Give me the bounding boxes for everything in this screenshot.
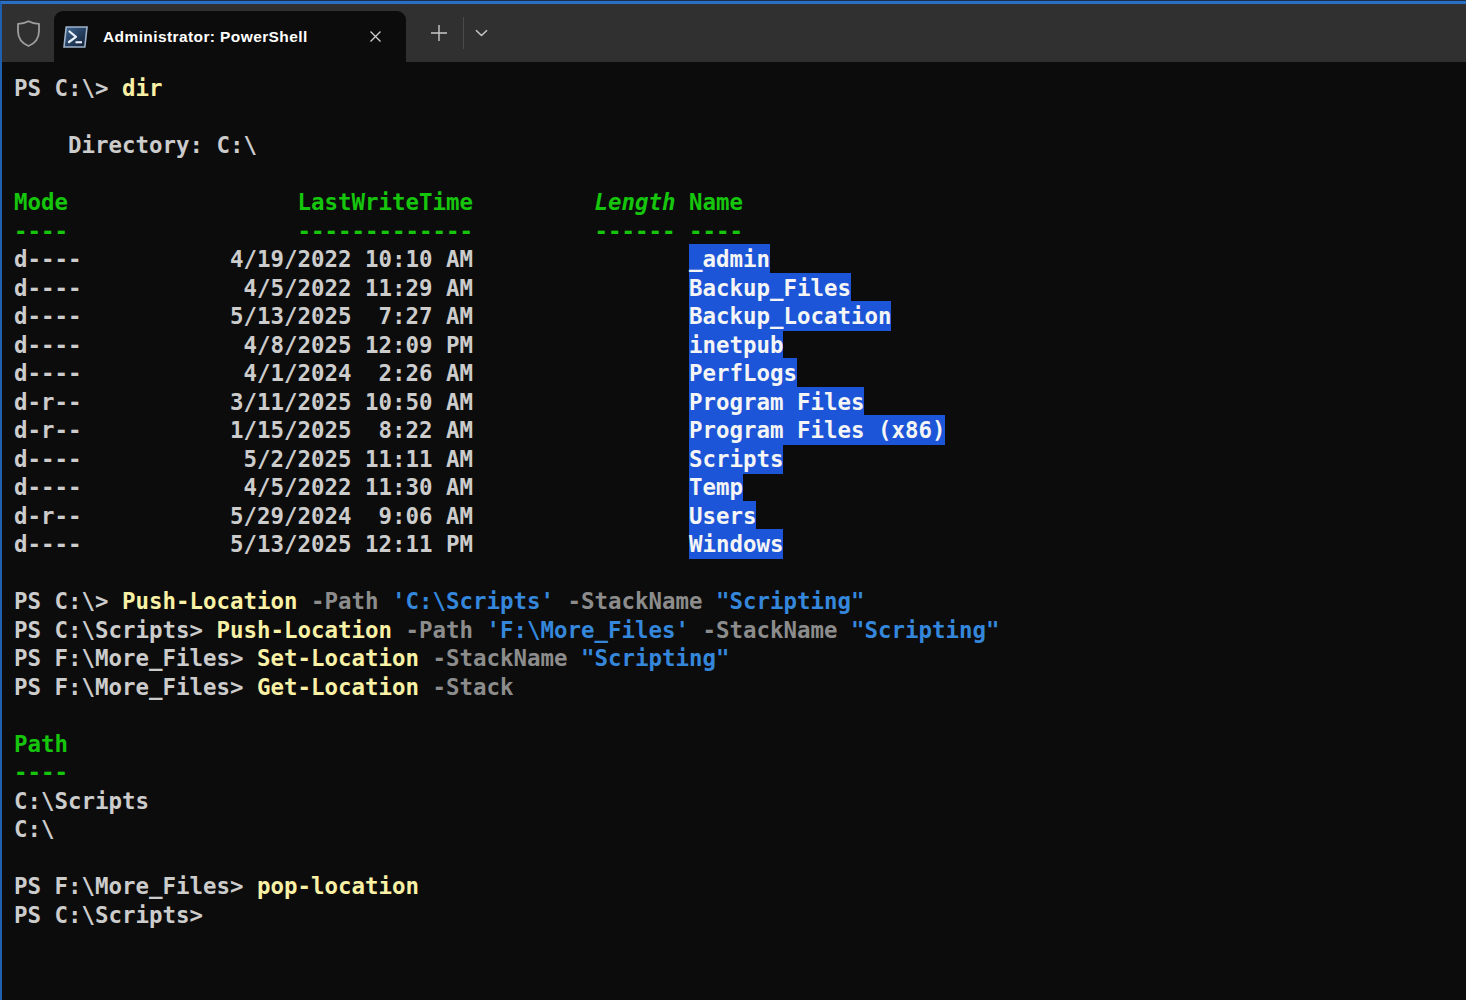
terminal-line: PS F:\More_Files> Get-Location -Stack: [14, 673, 1466, 702]
terminal-line: PS F:\More_Files> Set-Location -StackNam…: [14, 644, 1466, 673]
terminal-line: [14, 701, 1466, 730]
tab-close-button[interactable]: [360, 22, 390, 52]
terminal-line: [14, 103, 1466, 132]
tab-title: Administrator: PowerShell: [103, 28, 360, 46]
terminal-line: d---- 5/13/2025 12:11 PM Windows: [14, 530, 1466, 559]
terminal-line: d---- 5/13/2025 7:27 AM Backup_Location: [14, 302, 1466, 331]
titlebar-separator: [463, 17, 464, 49]
terminal-line: PS C:\> dir: [14, 74, 1466, 103]
terminal-line: ---- ------------- ------ ----: [14, 217, 1466, 246]
terminal-window: Administrator: PowerShell PS C:\> dir Di…: [0, 1, 1466, 1000]
terminal-output: PS C:\> dir Directory: C:\ Mode LastWrite…: [14, 74, 1466, 929]
terminal-line: d---- 5/2/2025 11:11 AM Scripts: [14, 445, 1466, 474]
terminal-line: d-r-- 1/15/2025 8:22 AM Program Files (x…: [14, 416, 1466, 445]
new-tab-button[interactable]: [422, 16, 456, 50]
plus-icon: [430, 24, 448, 42]
powershell-icon: [63, 26, 88, 48]
close-icon: [369, 30, 382, 43]
terminal-line: d---- 4/5/2022 11:30 AM Temp: [14, 473, 1466, 502]
terminal-line: d-r-- 3/11/2025 10:50 AM Program Files: [14, 388, 1466, 417]
admin-shield-icon: [2, 4, 54, 62]
terminal-line: Mode LastWriteTime Length Name: [14, 188, 1466, 217]
terminal-line: PS C:\> Push-Location -Path 'C:\Scripts'…: [14, 587, 1466, 616]
terminal-line: d---- 4/1/2024 2:26 AM PerfLogs: [14, 359, 1466, 388]
terminal-line: d-r-- 5/29/2024 9:06 AM Users: [14, 502, 1466, 531]
terminal-line: d---- 4/19/2022 10:10 AM _admin: [14, 245, 1466, 274]
terminal-content[interactable]: PS C:\> dir Directory: C:\ Mode LastWrite…: [2, 62, 1466, 929]
terminal-line: PS F:\More_Files> pop-location: [14, 872, 1466, 901]
terminal-line: [14, 844, 1466, 873]
terminal-line: [14, 160, 1466, 189]
terminal-line: Directory: C:\: [14, 131, 1466, 160]
terminal-line: ----: [14, 758, 1466, 787]
terminal-line: Path: [14, 730, 1466, 759]
titlebar: Administrator: PowerShell: [2, 4, 1466, 62]
tab-dropdown-button[interactable]: [466, 16, 496, 50]
terminal-line: C:\Scripts: [14, 787, 1466, 816]
tab-administrator-powershell[interactable]: Administrator: PowerShell: [54, 11, 406, 62]
chevron-down-icon: [475, 29, 488, 37]
terminal-line: C:\: [14, 815, 1466, 844]
terminal-line: d---- 4/5/2022 11:29 AM Backup_Files: [14, 274, 1466, 303]
terminal-line: [14, 559, 1466, 588]
terminal-line: PS C:\Scripts> Push-Location -Path 'F:\M…: [14, 616, 1466, 645]
terminal-line: d---- 4/8/2025 12:09 PM inetpub: [14, 331, 1466, 360]
terminal-line: PS C:\Scripts>: [14, 901, 1466, 930]
